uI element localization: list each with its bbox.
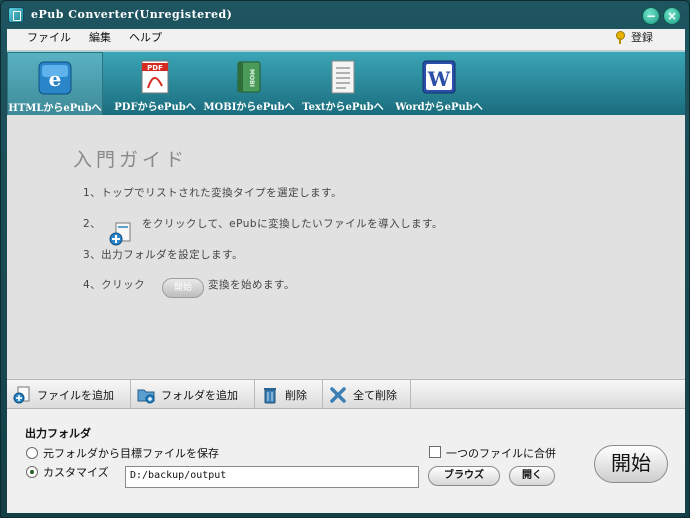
tab-text-to-epub[interactable]: TextからePubへ <box>295 52 391 116</box>
guide-step-1: 1、トップでリストされた変換タイプを選定します。 <box>83 187 343 199</box>
merge-checkbox[interactable] <box>429 446 441 458</box>
guide-start-button-image: 開始 <box>162 278 204 298</box>
delete-all-x-icon <box>330 386 346 403</box>
radio-custom-folder[interactable] <box>26 466 38 478</box>
register-link[interactable]: 登録 <box>615 29 653 45</box>
delete-button[interactable]: 削除 <box>255 380 323 409</box>
key-icon <box>615 30 627 44</box>
radio-source-folder[interactable] <box>26 447 38 459</box>
word-icon: W <box>422 60 456 94</box>
menu-edit[interactable]: 編集 <box>89 29 111 45</box>
add-file-icon <box>109 222 131 246</box>
svg-text:W: W <box>427 67 451 91</box>
guide-step-2-prefix: 2、 <box>83 218 102 230</box>
file-action-bar: ファイルを追加 フォルダを追加 削除 全て削除 <box>7 379 685 409</box>
register-label: 登録 <box>631 31 653 44</box>
close-button[interactable]: × <box>663 7 681 25</box>
add-file-icon <box>13 386 30 403</box>
browse-button[interactable]: ブラウズ <box>428 466 500 486</box>
ie-icon: e <box>38 61 72 95</box>
delete-all-label: 全て削除 <box>353 388 397 402</box>
open-folder-button[interactable]: 開く <box>509 466 555 486</box>
start-button[interactable]: 開始 <box>594 445 668 483</box>
add-folder-icon <box>137 389 155 403</box>
tab-word-to-epub[interactable]: W WordからePubへ <box>391 52 487 116</box>
guide-step-4-prefix: 4、クリック <box>83 279 146 291</box>
radio-source-folder-label: 元フォルダから目標ファイルを保存 <box>43 447 219 460</box>
window-title: ePub Converter(Unregistered) <box>31 8 233 21</box>
radio-custom-folder-label: カスタマイズ <box>43 466 109 479</box>
menu-file[interactable]: ファイル <box>27 29 71 45</box>
tab-label: MOBIからePubへ <box>203 102 295 113</box>
guide-step-2-text: をクリックして、ePubに変換したいファイルを導入します。 <box>142 218 444 230</box>
guide-title: 入門ガイド <box>73 149 189 171</box>
menu-bar: ファイル 編集 ヘルプ 登録 <box>7 29 685 51</box>
output-folder-title: 出力フォルダ <box>25 427 91 440</box>
delete-all-button[interactable]: 全て削除 <box>323 380 411 409</box>
merge-checkbox-label: 一つのファイルに合併 <box>446 447 556 460</box>
tab-label: PDFからePubへ <box>114 102 196 113</box>
trash-icon <box>264 387 276 403</box>
tab-pdf-to-epub[interactable]: PDF PDFからePubへ <box>107 52 203 116</box>
svg-text:e: e <box>49 67 62 91</box>
pdf-icon: PDF <box>141 60 169 94</box>
mobi-book-icon: MOBI <box>237 61 261 93</box>
guide-step-3: 3、出力フォルダを設定します。 <box>83 249 244 261</box>
tab-label: HTMLからePubへ <box>8 103 102 114</box>
output-settings-panel: 出力フォルダ 元フォルダから目標ファイルを保存 カスタマイズ D:/backup… <box>7 409 685 513</box>
add-file-label: ファイルを追加 <box>37 388 114 402</box>
tab-label: TextからePubへ <box>302 102 384 113</box>
app-logo-icon <box>8 7 24 23</box>
minimize-button[interactable]: − <box>642 7 660 25</box>
tab-mobi-to-epub[interactable]: MOBI MOBIからePubへ <box>201 52 297 116</box>
delete-label: 削除 <box>285 388 307 402</box>
guide-panel: 入門ガイド 1、トップでリストされた変換タイプを選定します。 2、 をクリックし… <box>7 115 685 379</box>
conversion-type-toolbar: e HTMLからePubへ PDF PDFからePubへ MOBI MOBIから… <box>7 51 685 116</box>
svg-text:MOBI: MOBI <box>248 69 255 87</box>
title-bar: ePub Converter(Unregistered) − × <box>1 1 689 29</box>
add-folder-label: フォルダを追加 <box>161 388 238 402</box>
output-path-input[interactable]: D:/backup/output <box>125 466 419 488</box>
text-document-icon <box>331 60 355 94</box>
add-file-button[interactable]: ファイルを追加 <box>7 380 131 409</box>
tab-label: WordからePubへ <box>395 102 483 113</box>
add-folder-button[interactable]: フォルダを追加 <box>131 380 255 409</box>
guide-step-4-text: 変換を始めます。 <box>208 279 295 291</box>
svg-text:PDF: PDF <box>147 64 163 72</box>
menu-help[interactable]: ヘルプ <box>129 29 162 45</box>
tab-html-to-epub[interactable]: e HTMLからePubへ <box>7 52 103 116</box>
app-window: ePub Converter(Unregistered) − × ファイル 編集… <box>0 0 690 518</box>
